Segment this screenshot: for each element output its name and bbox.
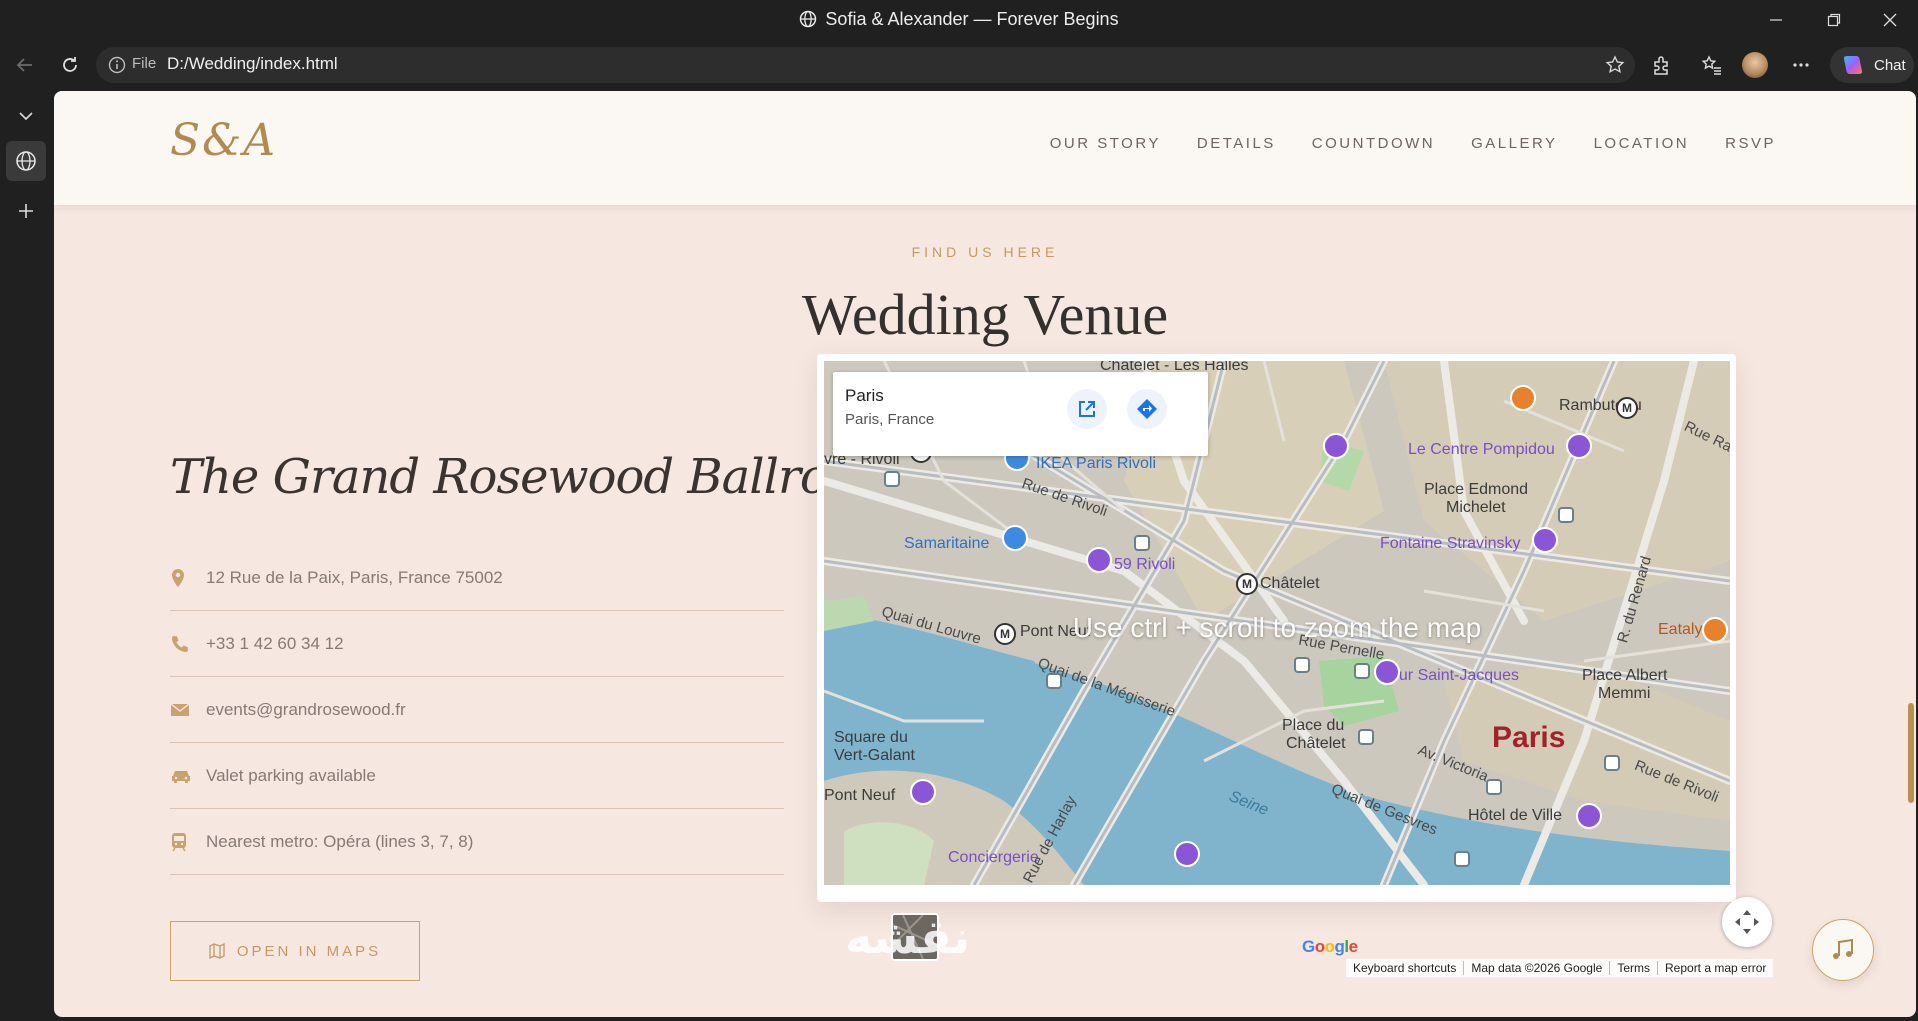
more-dots-icon: [1793, 63, 1809, 67]
file-scheme-label: File: [132, 55, 157, 72]
restore-button[interactable]: [1806, 0, 1862, 40]
map-place-card: Paris Paris, France: [833, 372, 1208, 456]
nav-countdown[interactable]: COUNTDOWN: [1312, 135, 1435, 152]
location-pin-icon: [172, 568, 184, 587]
copilot-icon: [1843, 56, 1863, 74]
open-in-maps-button[interactable]: OPEN IN MAPS: [170, 921, 420, 981]
info-icon[interactable]: [108, 56, 126, 74]
browser-vertical-sidebar: [0, 90, 52, 1021]
window-title: Sofia & Alexander — Forever Begins: [0, 9, 1918, 30]
globe-tab-icon: [16, 151, 36, 171]
map-icon: [209, 943, 225, 959]
window-titlebar: Sofia & Alexander — Forever Begins: [0, 0, 1918, 40]
refresh-button[interactable]: [53, 48, 87, 82]
directions-icon: [1137, 399, 1157, 419]
window-title-text: Sofia & Alexander — Forever Begins: [825, 9, 1119, 29]
nav-location[interactable]: LOCATION: [1594, 135, 1690, 152]
profile-avatar[interactable]: [1738, 48, 1772, 82]
google-logo: Google: [1302, 937, 1358, 956]
extensions-button[interactable]: [1645, 48, 1679, 82]
address-bar[interactable]: File D:/Wedding/index.html: [96, 47, 1635, 83]
refresh-icon: [63, 57, 77, 72]
open-in-maps-label: OPEN IN MAPS: [236, 942, 382, 960]
close-window-button[interactable]: [1862, 0, 1918, 40]
nav-rsvp[interactable]: RSVP: [1725, 135, 1776, 152]
new-tab-button[interactable]: [6, 191, 46, 231]
section-title: Wedding Venue: [801, 282, 1169, 347]
metro-train-icon: [172, 832, 186, 851]
favorite-star-icon[interactable]: [1605, 55, 1625, 75]
url-text[interactable]: D:/Wedding/index.html: [167, 54, 338, 74]
envelope-icon: [170, 702, 190, 716]
page-scrollbar-thumb[interactable]: [1908, 703, 1914, 803]
open-larger-map-button[interactable]: [1067, 389, 1107, 429]
external-link-icon: [1079, 401, 1095, 417]
move-arrows-icon: [1735, 910, 1759, 934]
venue-address: 12 Rue de la Paix, Paris, France 75002: [206, 567, 503, 587]
map-data-attribution: Map data ©2026 Google: [1464, 961, 1611, 975]
nav-our-story[interactable]: OUR STORY: [1050, 135, 1161, 152]
active-tab-button[interactable]: [6, 141, 46, 181]
venue-phone[interactable]: +33 1 42 60 34 12: [206, 634, 344, 654]
music-note-icon: [1833, 938, 1853, 959]
globe-icon: [800, 10, 817, 28]
back-arrow-icon: [16, 58, 32, 72]
report-map-error-link[interactable]: Report a map error: [1658, 961, 1773, 975]
nav-gallery[interactable]: GALLERY: [1471, 135, 1557, 152]
venue-parking: Valet parking available: [206, 765, 376, 785]
section-eyebrow: FIND US HERE: [911, 244, 1059, 260]
phone-icon: [172, 635, 188, 652]
place-name: Paris: [845, 386, 884, 405]
main-nav: OUR STORY DETAILS COUNTDOWN GALLERY LOCA…: [1050, 135, 1776, 152]
venue-address-row: 12 Rue de la Paix, Paris, France 75002: [170, 545, 784, 611]
watermark-logo: نقشه: [845, 910, 971, 964]
car-icon: [172, 770, 190, 783]
venue-name: The Grand Rosewood Ballroom: [170, 449, 901, 505]
copilot-chat-button[interactable]: Chat: [1830, 47, 1914, 83]
chat-label: Chat: [1874, 56, 1906, 74]
keyboard-shortcuts-link[interactable]: Keyboard shortcuts: [1346, 961, 1465, 975]
back-button[interactable]: [8, 48, 42, 82]
chevron-down-icon: [19, 112, 33, 121]
collapse-tabs-button[interactable]: [6, 96, 46, 136]
map-camera-control-button[interactable]: [1722, 897, 1772, 947]
terms-link[interactable]: Terms: [1610, 961, 1658, 975]
favorites-button[interactable]: [1695, 48, 1729, 82]
nav-details[interactable]: DETAILS: [1197, 135, 1276, 152]
venue-email-row: events@grandrosewood.fr: [170, 677, 784, 743]
puzzle-icon: [1654, 56, 1668, 75]
favorites-list-icon: [1701, 55, 1721, 75]
site-header: S&A OUR STORY DETAILS COUNTDOWN GALLERY …: [54, 91, 1916, 205]
place-address: Paris, France: [845, 411, 935, 428]
map-footer: Keyboard shortcuts Map data ©2026 Google…: [1346, 959, 1774, 977]
site-logo[interactable]: S&A: [170, 115, 277, 166]
music-toggle-button[interactable]: [1812, 919, 1874, 981]
directions-button[interactable]: [1127, 389, 1167, 429]
minimize-button[interactable]: [1748, 0, 1804, 40]
venue-email[interactable]: events@grandrosewood.fr: [206, 700, 406, 720]
more-options-button[interactable]: [1784, 48, 1818, 82]
venue-metro: Nearest metro: Opéra (lines 3, 7, 8): [206, 831, 474, 851]
plus-icon: [19, 204, 33, 218]
venue-parking-row: Valet parking available: [170, 743, 784, 809]
venue-phone-row: +33 1 42 60 34 12: [170, 611, 784, 677]
venue-metro-row: Nearest metro: Opéra (lines 3, 7, 8): [170, 809, 784, 875]
